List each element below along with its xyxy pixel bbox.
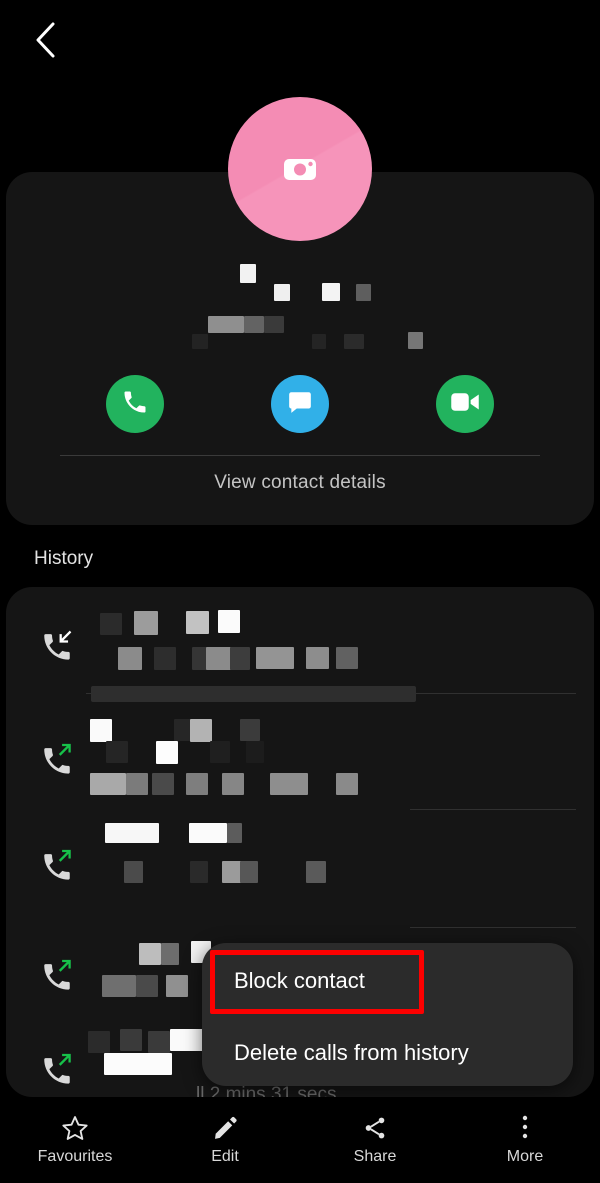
- contact-action-row: [6, 375, 594, 433]
- history-row[interactable]: [6, 597, 594, 693]
- history-row[interactable]: [6, 823, 594, 921]
- video-icon: [450, 390, 480, 419]
- call-outgoing-icon: [40, 1051, 74, 1085]
- contact-name-redacted: [6, 264, 594, 306]
- call-outgoing-icon: [40, 741, 74, 775]
- toolbar-more-label: More: [506, 1147, 544, 1165]
- pencil-icon: [212, 1115, 238, 1141]
- contact-avatar[interactable]: [228, 97, 372, 241]
- toolbar-share-button[interactable]: Share: [300, 1097, 450, 1183]
- message-icon: [287, 389, 313, 420]
- bottom-toolbar: Favourites Edit Share More: [0, 1097, 600, 1183]
- toolbar-share-label: Share: [353, 1147, 397, 1165]
- contact-number-redacted: [6, 316, 594, 350]
- back-button[interactable]: [22, 16, 70, 64]
- history-redaction-bar: [91, 686, 416, 702]
- call-outgoing-icon: [40, 847, 74, 881]
- share-icon: [362, 1115, 388, 1141]
- chevron-left-icon: [33, 20, 59, 60]
- call-button[interactable]: [105, 375, 164, 433]
- message-button[interactable]: [270, 375, 329, 433]
- menu-item-block-contact[interactable]: Block contact: [202, 945, 573, 1016]
- contact-details-screen: View contact details History ll 2 mins 3…: [0, 0, 600, 1183]
- video-call-button[interactable]: [436, 375, 495, 433]
- card-divider: [60, 455, 540, 456]
- toolbar-favourites-label: Favourites: [37, 1147, 113, 1165]
- history-section-label: History: [34, 548, 94, 569]
- view-contact-details-link[interactable]: View contact details: [6, 472, 594, 494]
- menu-item-delete-calls[interactable]: Delete calls from history: [202, 1017, 573, 1088]
- top-bar: [0, 0, 600, 80]
- star-icon: [61, 1115, 89, 1141]
- phone-icon: [121, 388, 149, 421]
- toolbar-more-button[interactable]: More: [450, 1097, 600, 1183]
- more-vertical-icon: [521, 1115, 529, 1141]
- toolbar-edit-button[interactable]: Edit: [150, 1097, 300, 1183]
- toolbar-edit-label: Edit: [211, 1147, 239, 1165]
- call-incoming-icon: [40, 627, 74, 661]
- toolbar-favourites-button[interactable]: Favourites: [0, 1097, 150, 1183]
- call-outgoing-icon: [40, 957, 74, 991]
- context-menu: Block contact Delete calls from history: [202, 943, 573, 1086]
- history-row[interactable]: [6, 709, 594, 809]
- camera-icon: [282, 154, 318, 184]
